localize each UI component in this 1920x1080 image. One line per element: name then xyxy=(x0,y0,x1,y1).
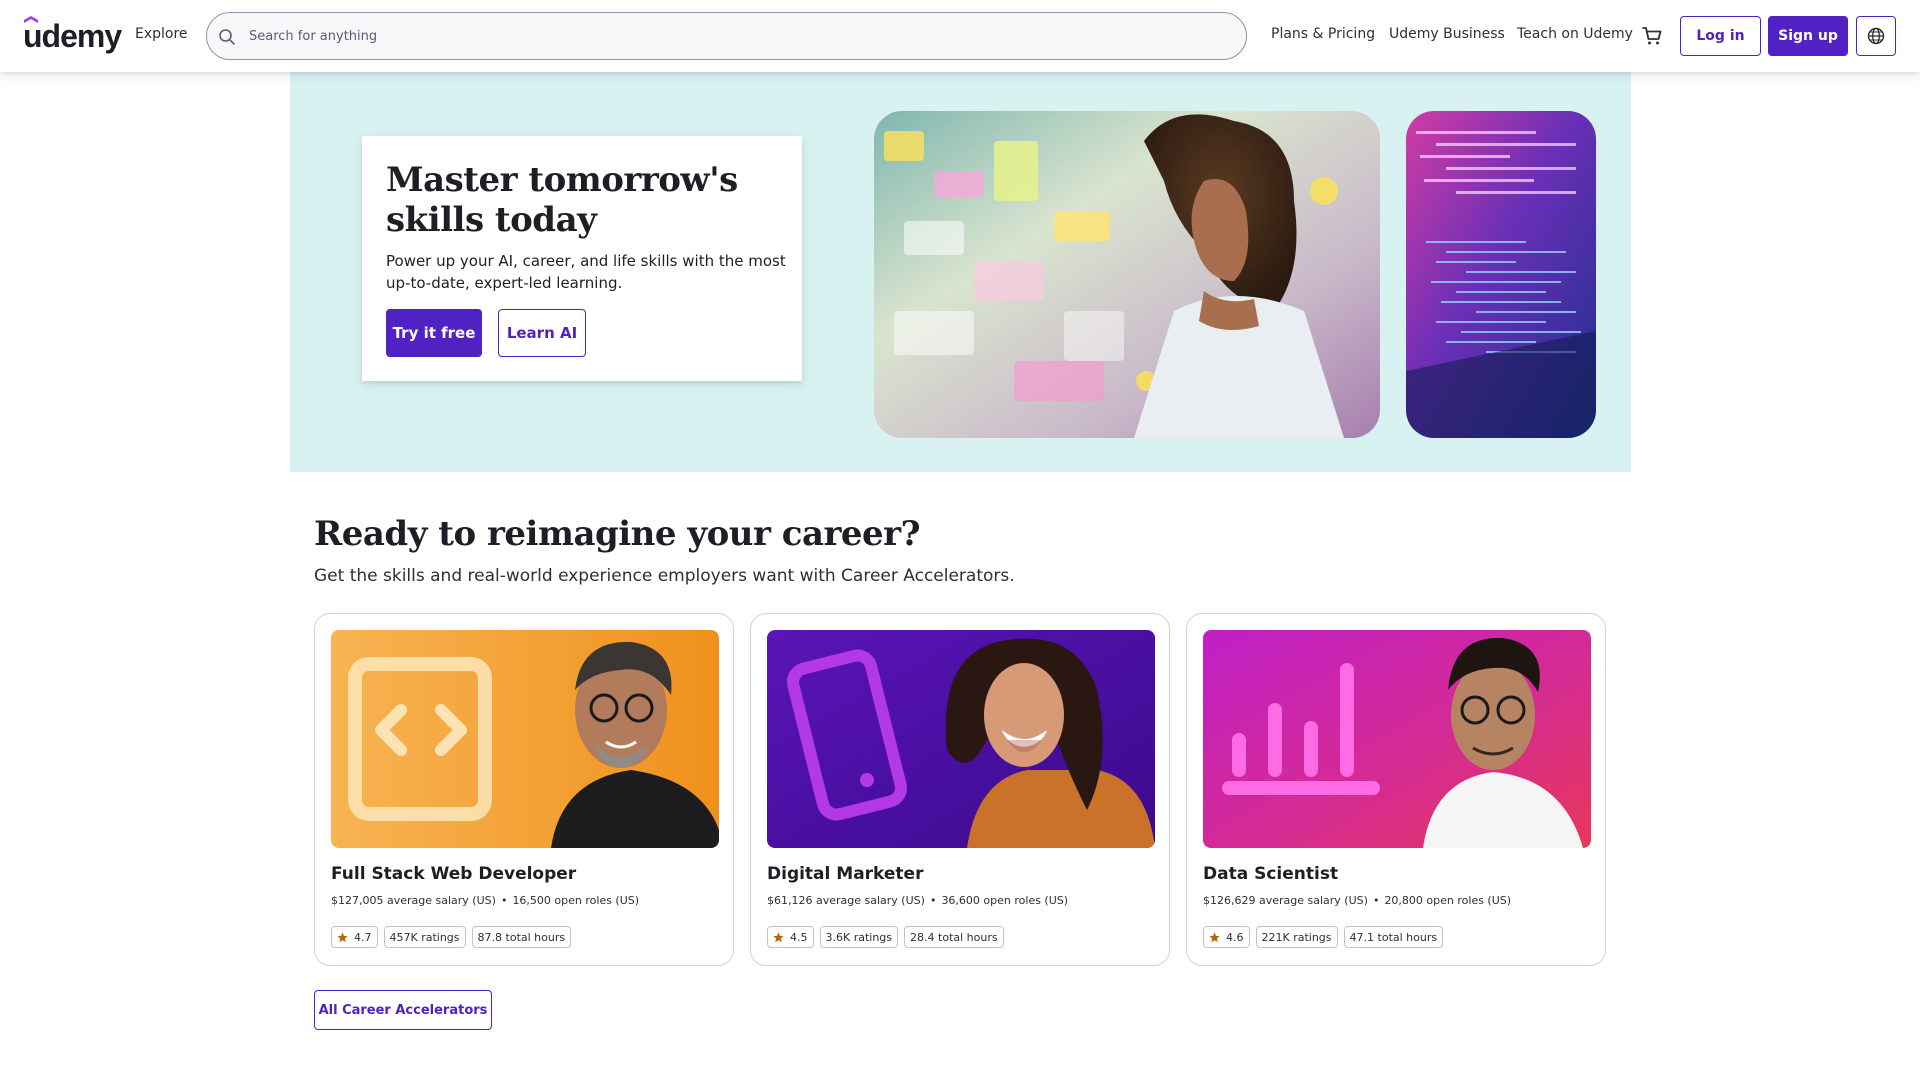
logo-text: udemy xyxy=(23,18,122,54)
hero-subtitle: Power up your AI, career, and life skill… xyxy=(386,252,786,292)
career-card-title: Data Scientist xyxy=(1203,864,1339,884)
top-header: udemy Explore Plans & Pricing Udemy Busi… xyxy=(0,0,1920,72)
career-card-title: Full Stack Web Developer xyxy=(331,864,577,884)
learn-ai-button[interactable]: Learn AI xyxy=(498,309,586,357)
hero-card: Master tomorrow's skills today Power up … xyxy=(362,136,802,381)
plans-pricing-link[interactable]: Plans & Pricing xyxy=(1271,26,1375,42)
language-button[interactable] xyxy=(1856,16,1896,56)
udemy-business-link[interactable]: Udemy Business xyxy=(1389,26,1505,42)
udemy-logo[interactable]: udemy xyxy=(23,16,122,56)
star-icon xyxy=(773,931,784,942)
career-card-digital-marketer[interactable]: Digital Marketer $61,126 average salary … xyxy=(750,613,1170,966)
open-roles-text: 36,600 open roles (US) xyxy=(941,894,1069,907)
star-icon xyxy=(1209,931,1220,942)
teach-on-udemy-link[interactable]: Teach on Udemy xyxy=(1517,26,1633,42)
rating-badge: 4.6 xyxy=(1203,926,1250,948)
search-input[interactable] xyxy=(243,13,1233,59)
career-card-image xyxy=(331,630,719,848)
career-section-title: Ready to reimagine your career? xyxy=(314,514,921,554)
career-card-meta: $126,629 average salary (US) • 20,800 open… xyxy=(1203,894,1511,907)
total-hours-badge: 87.8 total hours xyxy=(471,926,572,948)
separator-dot: • xyxy=(1372,894,1380,907)
career-section-subtitle: Get the skills and real-world experience… xyxy=(314,566,1015,586)
explore-menu[interactable]: Explore xyxy=(135,26,188,42)
ratings-count-badge: 221K ratings xyxy=(1255,926,1338,948)
shopping-cart-icon[interactable] xyxy=(1641,25,1663,47)
career-card-title: Digital Marketer xyxy=(767,864,924,884)
rating-badge: 4.7 xyxy=(331,926,378,948)
total-hours-badge: 28.4 total hours xyxy=(904,926,1004,948)
hero-banner: Master tomorrow's skills today Power up … xyxy=(290,72,1631,472)
search-icon[interactable] xyxy=(217,27,237,47)
career-card-image xyxy=(767,630,1155,848)
try-it-free-button[interactable]: Try it free xyxy=(386,309,482,357)
total-hours-badge: 47.1 total hours xyxy=(1343,926,1444,948)
career-card-badges: 4.7 457K ratings 87.8 total hours xyxy=(331,926,572,948)
separator-dot: • xyxy=(500,894,508,907)
all-career-accelerators-button[interactable]: All Career Accelerators xyxy=(314,990,492,1030)
career-card-meta: $127,005 average salary (US) • 16,500 open… xyxy=(331,894,639,907)
hero-image-woman-ai xyxy=(874,111,1380,438)
salary-text: $127,005 average salary (US) xyxy=(331,894,496,907)
ratings-count-badge: 457K ratings xyxy=(383,926,466,948)
career-card-full-stack[interactable]: Full Stack Web Developer $127,005 averag… xyxy=(314,613,734,966)
search-bar[interactable] xyxy=(206,12,1247,60)
hero-title: Master tomorrow's skills today xyxy=(386,160,738,240)
salary-text: $61,126 average salary (US) xyxy=(767,894,925,907)
login-button[interactable]: Log in xyxy=(1680,16,1761,56)
rating-value: 4.5 xyxy=(790,930,808,944)
career-card-badges: 4.5 3.6K ratings 28.4 total hours xyxy=(767,926,1004,948)
career-card-meta: $61,126 average salary (US) • 36,600 open … xyxy=(767,894,1068,907)
star-icon xyxy=(337,931,348,942)
career-card-badges: 4.6 221K ratings 47.1 total hours xyxy=(1203,926,1444,948)
open-roles-text: 20,800 open roles (US) xyxy=(1384,894,1512,907)
career-card-data-scientist[interactable]: Data Scientist $126,629 average salary (… xyxy=(1186,613,1606,966)
rating-value: 4.7 xyxy=(354,930,372,944)
hero-image-code-screen xyxy=(1406,111,1596,438)
rating-badge: 4.5 xyxy=(767,926,814,948)
separator-dot: • xyxy=(929,894,937,907)
career-card-image xyxy=(1203,630,1591,848)
ratings-count-badge: 3.6K ratings xyxy=(819,926,899,948)
globe-icon xyxy=(1867,27,1885,45)
rating-value: 4.6 xyxy=(1226,930,1244,944)
salary-text: $126,629 average salary (US) xyxy=(1203,894,1368,907)
signup-button[interactable]: Sign up xyxy=(1768,16,1848,56)
open-roles-text: 16,500 open roles (US) xyxy=(512,894,640,907)
